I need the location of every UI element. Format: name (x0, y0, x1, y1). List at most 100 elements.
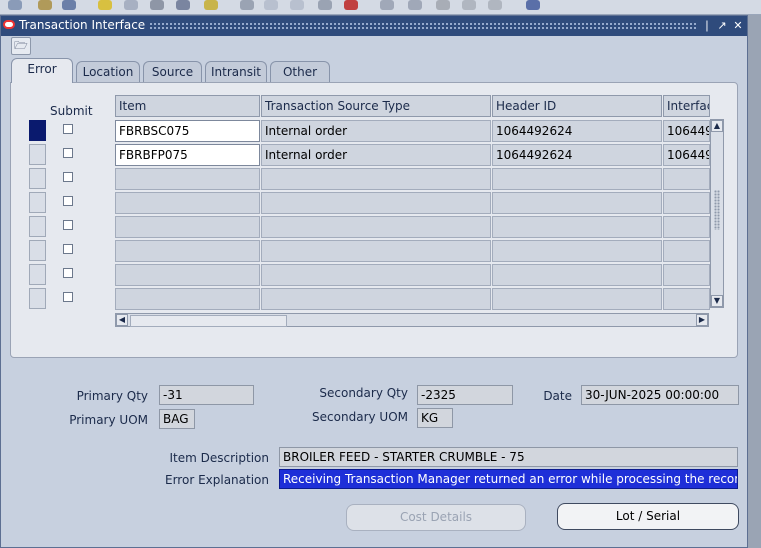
submit-checkbox[interactable] (63, 196, 73, 206)
interface-cell[interactable] (663, 168, 710, 190)
cost-details-button[interactable]: Cost Details (346, 504, 526, 531)
item-cell[interactable]: FBRBFP075 (115, 144, 260, 166)
submit-checkbox[interactable] (63, 148, 73, 158)
interface-cell[interactable] (663, 288, 710, 310)
tab-source[interactable]: Source (143, 61, 202, 83)
submit-checkbox[interactable] (63, 172, 73, 182)
scroll-down-icon[interactable]: ▼ (711, 295, 723, 307)
item-cell[interactable] (115, 240, 260, 262)
folder-tools-icon[interactable] (488, 0, 502, 10)
source-type-cell[interactable] (261, 192, 491, 214)
primary-uom-field[interactable]: BAG (159, 409, 195, 429)
row-selector[interactable] (29, 288, 46, 309)
header-id-cell[interactable] (492, 192, 662, 214)
horizontal-scrollbar[interactable]: ◀ ▶ (115, 313, 709, 327)
primary-qty-field[interactable]: -31 (159, 385, 254, 405)
translations-icon[interactable] (436, 0, 450, 10)
item-cell[interactable] (115, 192, 260, 214)
source-type-header[interactable]: Transaction Source Type (261, 95, 491, 117)
interface-header[interactable]: Interfac (663, 95, 710, 117)
row-selector[interactable] (29, 216, 46, 237)
horizontal-scroll-thumb[interactable] (130, 315, 287, 327)
submit-checkbox[interactable] (63, 268, 73, 278)
submit-checkbox[interactable] (63, 124, 73, 134)
date-field[interactable]: 30-JUN-2025 00:00:00 (581, 385, 739, 405)
folder-button[interactable]: 🗁 (11, 37, 31, 55)
header-id-cell[interactable] (492, 240, 662, 262)
row-selector[interactable] (29, 120, 46, 141)
interface-cell[interactable] (663, 216, 710, 238)
print-icon[interactable] (150, 0, 164, 10)
new-record-icon[interactable] (318, 0, 332, 10)
minimize-icon[interactable]: ❘ (701, 19, 713, 32)
tab-location[interactable]: Location (76, 61, 140, 83)
close-icon[interactable]: ✕ (732, 19, 744, 32)
header-id-cell[interactable] (492, 216, 662, 238)
cut-icon[interactable] (240, 0, 254, 10)
item-description-field[interactable]: BROILER FEED - STARTER CRUMBLE - 75 (279, 447, 738, 467)
source-type-cell[interactable] (261, 216, 491, 238)
save-icon[interactable] (124, 0, 138, 10)
lot-serial-button[interactable]: Lot / Serial (557, 503, 739, 530)
source-type-cell[interactable] (261, 168, 491, 190)
item-header[interactable]: Item (115, 95, 260, 117)
item-cell[interactable] (115, 216, 260, 238)
interface-cell[interactable]: 106449 (663, 120, 710, 142)
item-cell[interactable] (115, 168, 260, 190)
edit-icon[interactable] (204, 0, 218, 10)
header-id-header[interactable]: Header ID (492, 95, 662, 117)
tab-intransit[interactable]: Intransit (205, 61, 267, 83)
interface-cell[interactable] (663, 192, 710, 214)
new-icon[interactable] (8, 0, 22, 10)
item-cell[interactable]: FBRBSC075 (115, 120, 260, 142)
title-bar[interactable]: Transaction Interface ❘ ↗ ✕ (1, 16, 747, 36)
item-cell[interactable] (115, 288, 260, 310)
secondary-qty-field[interactable]: -2325 (417, 385, 513, 405)
row-selector[interactable] (29, 192, 46, 213)
close-form-icon[interactable] (176, 0, 190, 10)
scroll-up-icon[interactable]: ▲ (711, 120, 723, 132)
source-type-cell[interactable]: Internal order (261, 144, 491, 166)
submit-checkbox[interactable] (63, 292, 73, 302)
submit-checkbox[interactable] (63, 220, 73, 230)
row-selector[interactable] (29, 168, 46, 189)
error-explanation-field[interactable]: Receiving Transaction Manager returned a… (279, 469, 738, 489)
interface-cell[interactable]: 106449 (663, 144, 710, 166)
submit-checkbox[interactable] (63, 244, 73, 254)
row-selector[interactable] (29, 144, 46, 165)
folder-icon[interactable] (98, 0, 112, 10)
header-id-cell[interactable]: 1064492624 (492, 120, 662, 142)
copy-icon[interactable] (264, 0, 278, 10)
item-cell[interactable] (115, 264, 260, 286)
header-id-cell[interactable] (492, 168, 662, 190)
primary-uom-label: Primary UOM (69, 413, 148, 427)
source-type-cell[interactable] (261, 240, 491, 262)
edit-field-icon[interactable] (380, 0, 394, 10)
vertical-scrollbar[interactable]: ▲ ▼ (710, 119, 724, 308)
header-id-cell[interactable] (492, 264, 662, 286)
toolbar (0, 0, 761, 15)
row-selector[interactable] (29, 240, 46, 261)
tab-other[interactable]: Other (270, 61, 330, 83)
interface-cell[interactable] (663, 264, 710, 286)
interface-cell[interactable] (663, 240, 710, 262)
scroll-thumb[interactable] (714, 190, 720, 230)
scroll-left-icon[interactable]: ◀ (116, 314, 128, 326)
scroll-right-icon[interactable]: ▶ (696, 314, 708, 326)
find-icon[interactable] (38, 0, 52, 10)
zoom-icon[interactable] (408, 0, 422, 10)
row-selector[interactable] (29, 264, 46, 285)
paste-icon[interactable] (290, 0, 304, 10)
navigator-icon[interactable] (62, 0, 76, 10)
secondary-uom-field[interactable]: KG (417, 408, 453, 428)
source-type-cell[interactable] (261, 288, 491, 310)
delete-record-icon[interactable] (344, 0, 358, 10)
source-type-cell[interactable]: Internal order (261, 120, 491, 142)
tab-error[interactable]: Error (11, 58, 73, 83)
attachments-icon[interactable] (462, 0, 476, 10)
help-icon[interactable] (526, 0, 540, 10)
header-id-cell[interactable]: 1064492624 (492, 144, 662, 166)
maximize-icon[interactable]: ↗ (716, 19, 728, 32)
header-id-cell[interactable] (492, 288, 662, 310)
source-type-cell[interactable] (261, 264, 491, 286)
